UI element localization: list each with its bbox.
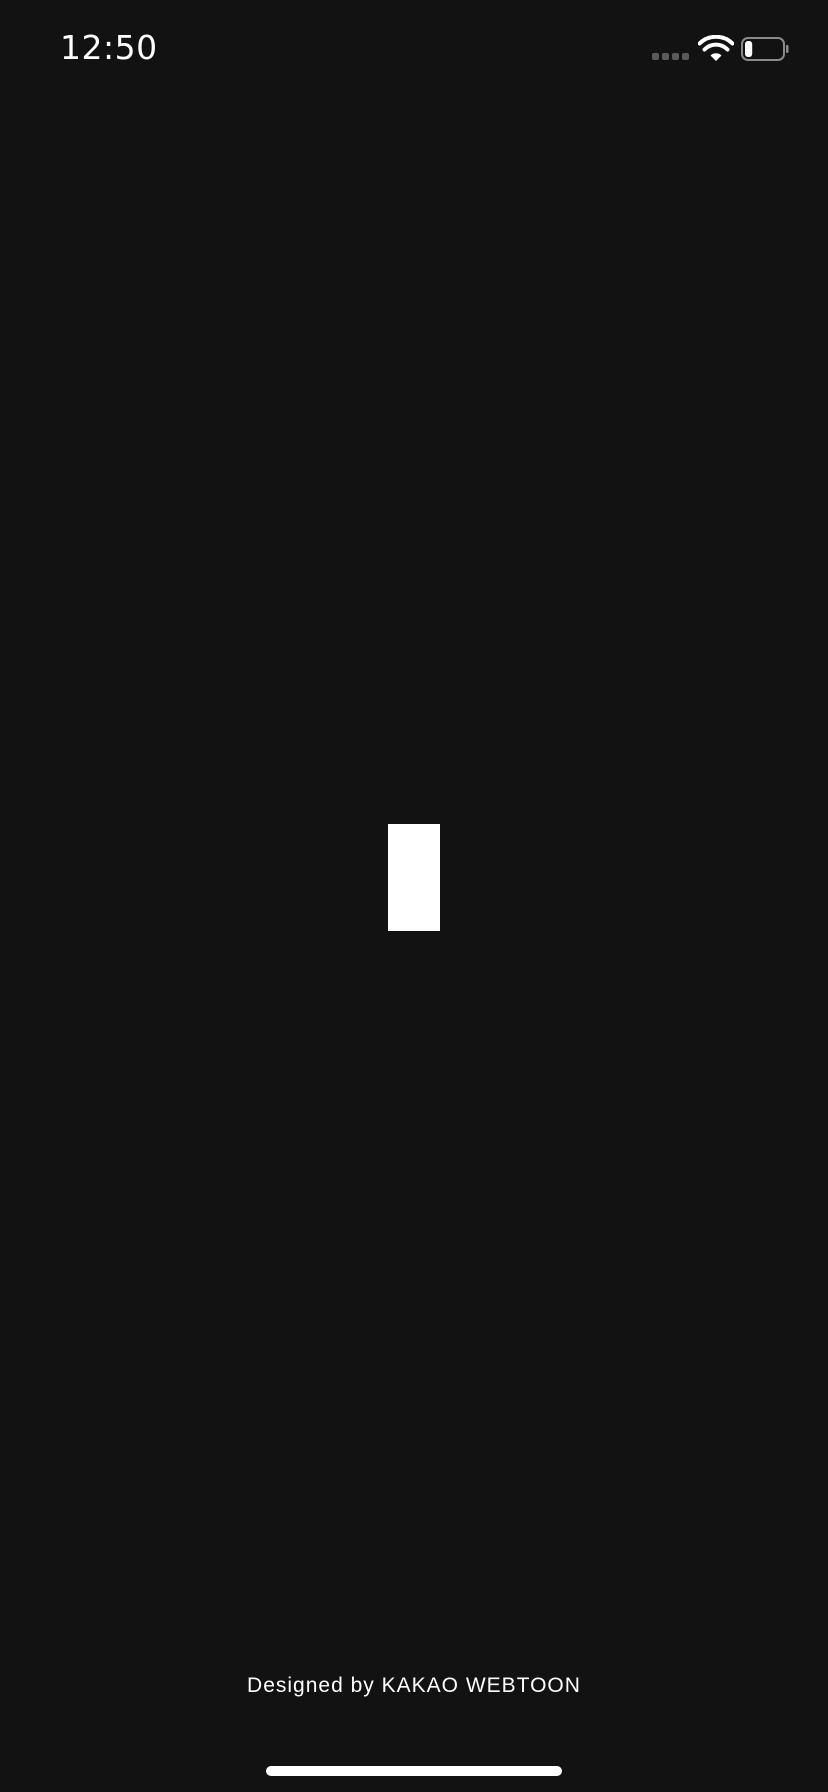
home-indicator[interactable]	[266, 1766, 562, 1776]
wifi-icon	[698, 35, 734, 61]
signal-bar	[682, 53, 689, 60]
footer-credit: Designed by KAKAO WEBTOON	[247, 1674, 581, 1697]
signal-bar	[662, 53, 669, 60]
status-time: 12:50	[60, 28, 158, 67]
battery-fill	[745, 41, 753, 57]
status-bar: 12:50	[0, 0, 828, 100]
webtoon-logo-icon	[388, 824, 440, 931]
signal-bar	[652, 53, 659, 60]
battery-icon	[741, 37, 789, 61]
splash-screen: 12:50 Designed by KAKAO WEBTOON	[0, 0, 828, 1792]
signal-bar	[672, 53, 679, 60]
cellular-signal-icon	[652, 53, 689, 61]
